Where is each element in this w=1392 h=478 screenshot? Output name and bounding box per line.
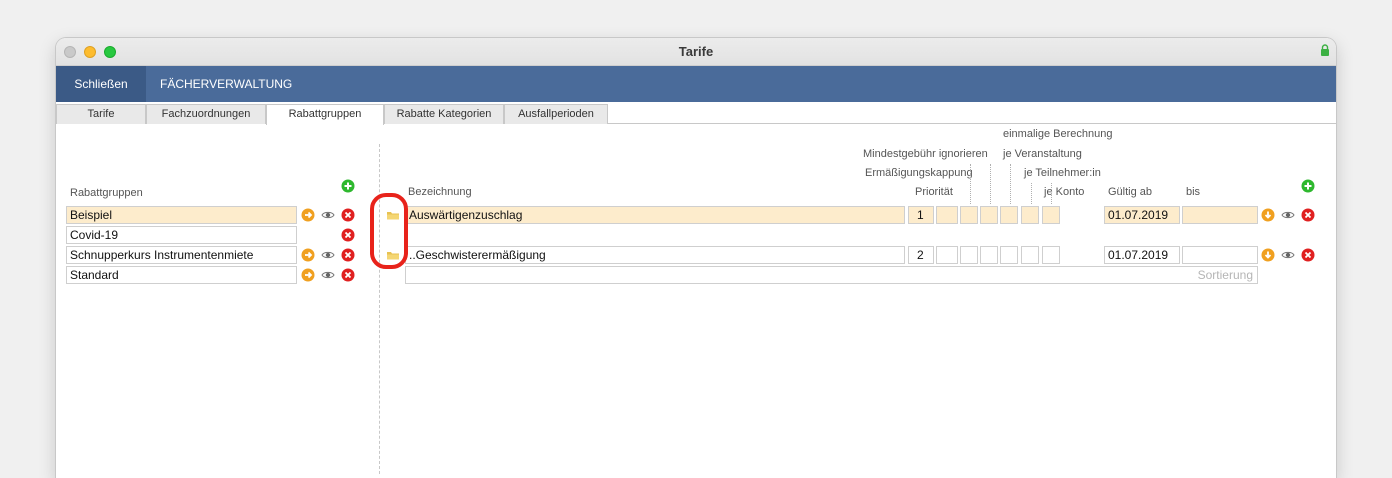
rabattgruppe-field[interactable]: Standard: [66, 266, 297, 284]
eye-icon[interactable]: [1281, 248, 1295, 262]
mindestgebuehr-checkbox[interactable]: [936, 246, 958, 264]
close-button[interactable]: Schließen: [56, 66, 146, 102]
column-guide: [1051, 183, 1052, 204]
rabattgruppe-field[interactable]: Schnupperkurs Instrumentenmiete: [66, 246, 297, 264]
eye-icon[interactable]: [321, 248, 335, 262]
bezeichnung-field[interactable]: Auswärtigenzuschlag: [405, 206, 905, 224]
je-teilnehmer-checkbox[interactable]: [1021, 206, 1039, 224]
bis-field[interactable]: [1182, 246, 1258, 264]
rabattgruppe-field[interactable]: Covid-19: [66, 226, 297, 244]
je-teilnehmer-checkbox[interactable]: [1021, 246, 1039, 264]
arrow-right-icon[interactable]: [301, 208, 315, 222]
mindestgebuehr-checkbox[interactable]: [936, 206, 958, 224]
je-konto-checkbox[interactable]: [1042, 246, 1060, 264]
je-veranstaltung-checkbox[interactable]: [1000, 246, 1018, 264]
bezeichnung-header: Bezeichnung: [408, 186, 472, 198]
tab-rabattgruppen[interactable]: Rabattgruppen: [266, 104, 384, 125]
je-veranstaltung-checkbox[interactable]: [1000, 206, 1018, 224]
rabattgruppe-field[interactable]: Beispiel: [66, 206, 297, 224]
eye-icon[interactable]: [321, 268, 335, 282]
einmalige-berechnung-header: einmalige Berechnung: [1003, 128, 1113, 140]
mindestgebuehr-header: Mindestgebühr ignorieren: [863, 148, 988, 160]
column-guide: [990, 164, 991, 204]
gueltig-ab-field[interactable]: 01.07.2019: [1104, 206, 1180, 224]
lock-icon: [1321, 44, 1329, 56]
delete-icon[interactable]: [1301, 208, 1315, 222]
ermaessigungskappung-checkbox[interactable]: [960, 206, 978, 224]
column-guide: [1031, 183, 1032, 204]
prioritaet-field[interactable]: 2: [908, 246, 934, 264]
column-guide: [970, 164, 971, 204]
arrow-down-icon[interactable]: [1261, 248, 1275, 262]
eye-icon[interactable]: [321, 208, 335, 222]
bis-header: bis: [1186, 186, 1201, 198]
je-konto-checkbox[interactable]: [1042, 206, 1060, 224]
column-guide: [1010, 164, 1011, 204]
ermaessigungskappung-checkbox[interactable]: [960, 246, 978, 264]
arrow-right-icon[interactable]: [301, 248, 315, 262]
delete-icon[interactable]: [341, 228, 355, 242]
tab-rabatte-kategorien[interactable]: Rabatte Kategorien: [384, 104, 504, 124]
gueltig-ab-header: Gültig ab: [1108, 186, 1153, 198]
je-veranstaltung-header: je Veranstaltung: [1003, 148, 1082, 160]
delete-icon[interactable]: [341, 268, 355, 282]
menu-bar: Schließen FÄCHERVERWALTUNG: [56, 66, 1336, 102]
rabattgruppen-header: Rabattgruppen: [70, 187, 143, 199]
je-teilnehmer-header: je Teilnehmer:in: [1024, 167, 1101, 179]
tab-fachzuordnungen[interactable]: Fachzuordnungen: [146, 104, 266, 124]
faecherverwaltung-button[interactable]: FÄCHERVERWALTUNG: [146, 66, 306, 102]
add-icon[interactable]: [341, 179, 355, 193]
gueltig-ab-field[interactable]: 01.07.2019: [1104, 246, 1180, 264]
delete-icon[interactable]: [1301, 248, 1315, 262]
tarife-window: Tarife Schließen FÄCHERVERWALTUNG Tarife…: [56, 38, 1336, 478]
tab-ausfallperioden[interactable]: Ausfallperioden: [504, 104, 608, 124]
prioritaet-field[interactable]: 1: [908, 206, 934, 224]
delete-icon[interactable]: [341, 208, 355, 222]
annotation-highlight: [370, 193, 408, 269]
arrow-right-icon[interactable]: [301, 268, 315, 282]
window-title: Tarife: [678, 44, 714, 59]
bezeichnung-field[interactable]: ..Geschwisterermäßigung: [405, 246, 905, 264]
eye-icon[interactable]: [1281, 208, 1295, 222]
einmalige-berechnung-checkbox[interactable]: [980, 246, 998, 264]
delete-icon[interactable]: [341, 248, 355, 262]
tab-bar: Tarife Fachzuordnungen Rabattgruppen Rab…: [56, 102, 1336, 125]
bis-field[interactable]: [1182, 206, 1258, 224]
prioritaet-header: Priorität: [915, 186, 953, 198]
sortierung-field[interactable]: Sortierung: [405, 266, 1258, 284]
arrow-down-icon[interactable]: [1261, 208, 1275, 222]
einmalige-berechnung-checkbox[interactable]: [980, 206, 998, 224]
tab-tarife[interactable]: Tarife: [56, 104, 146, 124]
ermaessigungskappung-header: Ermäßigungskappung: [865, 167, 973, 179]
add-icon[interactable]: [1301, 179, 1315, 193]
title-bar: Tarife: [56, 38, 1336, 66]
